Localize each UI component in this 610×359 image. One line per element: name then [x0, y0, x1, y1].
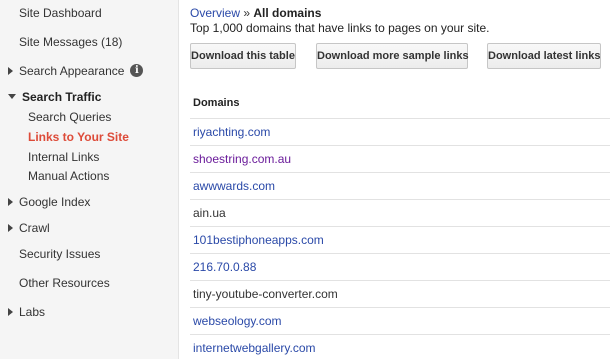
chevron-right-icon	[8, 307, 13, 316]
sidebar-item-label: Google Index	[19, 195, 91, 209]
chevron-right-icon	[8, 66, 13, 75]
table-row: shoestring.com.au	[190, 145, 610, 172]
sidebar-item-label: Labs	[19, 305, 46, 319]
main-content: Overview » All domains Top 1,000 domains…	[190, 0, 610, 359]
sidebar-item-security-issues[interactable]: Security Issues	[19, 247, 179, 262]
sidebar-item-label: Search Traffic	[22, 90, 102, 104]
sidebar-item-label: Links to Your Site	[28, 130, 129, 144]
sidebar-item-crawl[interactable]: Crawl	[8, 221, 179, 236]
table-row: ain.ua	[190, 199, 610, 226]
sidebar-item-links-to-your-site[interactable]: Links to Your Site	[28, 130, 179, 145]
sidebar-item-label: Search Appearance	[19, 64, 125, 78]
sidebar-item-site-dashboard[interactable]: Site Dashboard	[19, 6, 179, 21]
domain-link[interactable]: riyachting.com	[193, 125, 270, 139]
sidebar-item-label: Internal Links	[28, 150, 100, 164]
sidebar-item-manual-actions[interactable]: Manual Actions	[28, 169, 179, 184]
sidebar-item-label: Other Resources	[19, 276, 110, 290]
domain-link[interactable]: 101bestiphoneapps.com	[193, 233, 324, 247]
sidebar-item-google-index[interactable]: Google Index	[8, 195, 179, 210]
sidebar-item-other-resources[interactable]: Other Resources	[19, 276, 179, 291]
breadcrumb-overview-link[interactable]: Overview	[190, 6, 240, 20]
table-row: internetwebgallery.com	[190, 334, 610, 359]
table-row: webseology.com	[190, 307, 610, 334]
table-row: 216.70.0.88	[190, 253, 610, 280]
sidebar: Site Dashboard Site Messages (18) Search…	[0, 0, 179, 359]
sidebar-item-label: Site Dashboard	[19, 6, 102, 20]
breadcrumb: Overview » All domains	[190, 6, 321, 21]
sidebar-item-search-queries[interactable]: Search Queries	[28, 110, 179, 125]
chevron-right-icon	[8, 197, 13, 206]
table-header-domains[interactable]: Domains	[193, 96, 239, 110]
domain-link[interactable]: internetwebgallery.com	[193, 341, 316, 355]
sidebar-item-internal-links[interactable]: Internal Links	[28, 150, 179, 165]
table-row: tiny-youtube-converter.com	[190, 280, 610, 307]
page-title: All domains	[253, 6, 322, 20]
sidebar-item-labs[interactable]: Labs	[8, 305, 179, 320]
domain-link[interactable]: awwwards.com	[193, 179, 275, 193]
chevron-right-icon	[8, 223, 13, 232]
domain-link[interactable]: 216.70.0.88	[193, 260, 256, 274]
download-more-sample-links-button[interactable]: Download more sample links	[316, 43, 469, 69]
sidebar-item-label: Crawl	[19, 221, 50, 235]
download-table-button[interactable]: Download this table	[190, 43, 296, 69]
sidebar-item-label: Security Issues	[19, 247, 101, 261]
chevron-down-icon	[8, 94, 16, 100]
table-row: riyachting.com	[190, 118, 610, 145]
table-row: awwwards.com	[190, 172, 610, 199]
domain-link[interactable]: webseology.com	[193, 314, 282, 328]
download-latest-links-button[interactable]: Download latest links	[487, 43, 601, 69]
table-row: 101bestiphoneapps.com	[190, 226, 610, 253]
domain-link[interactable]: shoestring.com.au	[193, 152, 291, 166]
domain-text: ain.ua	[193, 206, 226, 220]
sidebar-item-label: Manual Actions	[28, 169, 110, 183]
sidebar-item-site-messages[interactable]: Site Messages (18)	[19, 35, 179, 50]
sidebar-item-search-appearance[interactable]: Search Appearance i	[8, 64, 179, 79]
info-icon[interactable]: i	[130, 64, 144, 78]
breadcrumb-separator: »	[243, 6, 251, 20]
sidebar-item-label: Site Messages (18)	[19, 35, 123, 49]
page-subtitle: Top 1,000 domains that have links to pag…	[190, 21, 490, 35]
domain-text: tiny-youtube-converter.com	[193, 287, 338, 301]
sidebar-item-search-traffic[interactable]: Search Traffic	[8, 90, 179, 105]
sidebar-item-label: Search Queries	[28, 110, 112, 124]
